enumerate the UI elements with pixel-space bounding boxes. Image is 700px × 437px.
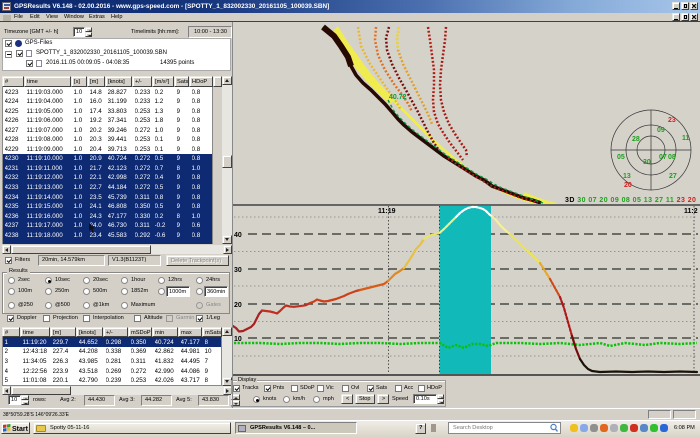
svg-text:20: 20 (624, 182, 632, 189)
svg-text:20: 20 (234, 302, 242, 309)
svg-text:07: 07 (659, 154, 667, 161)
svg-text:27: 27 (669, 173, 677, 180)
svg-text:11:19: 11:19 (378, 208, 396, 215)
svg-text:40.72: 40.72 (389, 94, 407, 101)
svg-text:30: 30 (234, 267, 242, 274)
svg-text:05: 05 (617, 154, 625, 161)
svg-text:23: 23 (668, 117, 676, 124)
svg-text:3D 30 07 20 09 08 05 13 27 11: 3D 30 07 20 09 08 05 13 27 11 23 20 (565, 197, 696, 204)
svg-text:28: 28 (632, 136, 640, 143)
svg-text:30: 30 (643, 159, 651, 166)
svg-text:09: 09 (657, 127, 665, 134)
svg-text:11: 11 (682, 135, 690, 142)
svg-text:40: 40 (234, 232, 242, 239)
svg-text:08: 08 (668, 154, 676, 161)
svg-text:13: 13 (623, 173, 631, 180)
svg-text:11:2: 11:2 (684, 208, 698, 215)
